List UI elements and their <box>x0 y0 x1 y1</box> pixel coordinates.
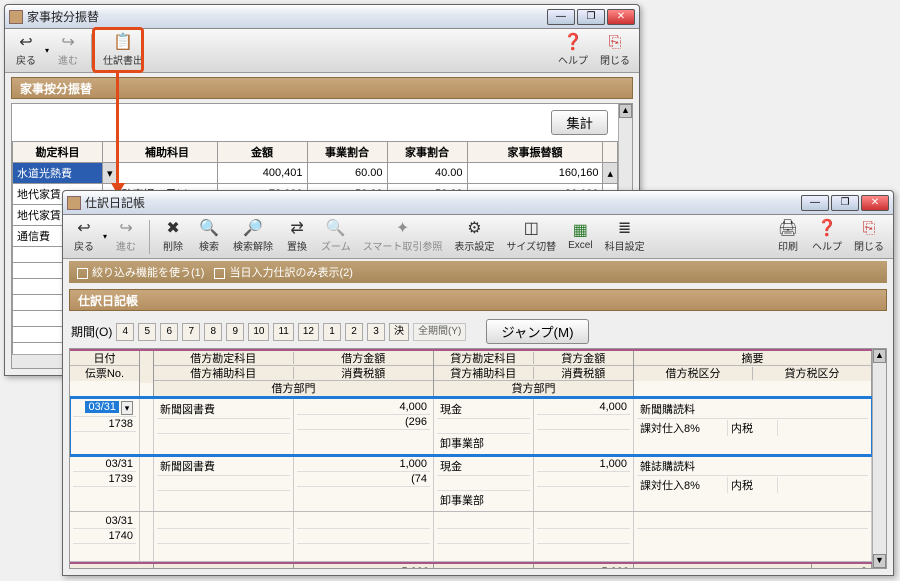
forward-button[interactable]: ↪進む <box>109 218 143 256</box>
window-journal: 仕訳日記帳 — ❐ ✕ ↩戻る ▾ ↪進む ✖削除 🔍検索 🔎検索解除 ⇄置換 … <box>62 190 894 576</box>
search-button[interactable]: 🔍検索 <box>192 218 226 256</box>
replace-button[interactable]: ⇄置換 <box>280 218 314 256</box>
back-button[interactable]: ↩戻る <box>9 32 43 70</box>
all-period-button[interactable]: 全期間(Y) <box>413 323 466 341</box>
journal-content: 日付伝票No. 借方勘定科目 借方金額 借方補助科目 消費税額 借方部門 貸方勘… <box>69 348 887 569</box>
month-btn[interactable]: 8 <box>204 323 222 341</box>
totals-row: 借方合計 5,000 貸方合計 5,000 絞込件数 2 <box>70 562 872 569</box>
period-label: 期間(O) <box>71 323 112 340</box>
month-btn[interactable]: 12 <box>298 323 319 341</box>
close-tool-button[interactable]: ⎘閉じる <box>849 218 889 256</box>
month-btn[interactable]: 4 <box>116 323 134 341</box>
col-biz: 事業割合 <box>307 142 387 163</box>
clear-search-button[interactable]: 🔎検索解除 <box>228 218 278 256</box>
narrow-checkbox[interactable]: 絞り込み機能を使う(1) <box>77 264 204 280</box>
aggregate-button[interactable]: 集計 <box>551 110 608 135</box>
period-bar: 期間(O) 4 5 6 7 8 9 10 11 12 1 2 3 決 全期間(Y… <box>63 315 893 348</box>
journal-row[interactable]: 03/31▾ 1738 新聞図書費 4,000(296 現金卸事業部 4,000… <box>70 398 872 455</box>
app-icon <box>9 10 23 24</box>
month-btn[interactable]: 10 <box>248 323 269 341</box>
back-button[interactable]: ↩戻る <box>67 218 101 256</box>
arrow-line <box>116 73 119 185</box>
scrollbar-vertical[interactable]: ▲▼ <box>872 349 886 568</box>
close-button[interactable]: ✕ <box>607 9 635 25</box>
journal-row[interactable]: 03/311740 <box>70 512 872 562</box>
month-btn[interactable]: 7 <box>182 323 200 341</box>
panel-title-1: 家事按分振替 <box>11 77 633 99</box>
smart-button[interactable]: ✦スマート取引参照 <box>358 218 448 256</box>
help-button[interactable]: ❓ヘルプ <box>553 32 593 70</box>
journal-header: 日付伝票No. 借方勘定科目 借方金額 借方補助科目 消費税額 借方部門 貸方勘… <box>70 349 872 398</box>
size-toggle-button[interactable]: ◫サイズ切替 <box>501 218 561 256</box>
table-row[interactable]: 水道光熱費▾ 400,401 60.00 40.00 160,160▴ <box>13 163 618 184</box>
zoom-button[interactable]: 🔍ズーム <box>316 218 356 256</box>
month-btn[interactable]: 5 <box>138 323 156 341</box>
month-btn[interactable]: 3 <box>367 323 385 341</box>
month-btn[interactable]: 9 <box>226 323 244 341</box>
minimize-button[interactable]: — <box>547 9 575 25</box>
journal-row[interactable]: 03/311739 新聞図書費 1,000(74 現金卸事業部 1,000 雑誌… <box>70 455 872 512</box>
excel-button[interactable]: ▦Excel <box>563 218 597 256</box>
display-settings-button[interactable]: ⚙表示設定 <box>449 218 499 256</box>
window-title: 家事按分振替 <box>27 8 547 25</box>
maximize-button[interactable]: ❐ <box>831 195 859 211</box>
month-btn[interactable]: 2 <box>345 323 363 341</box>
maximize-button[interactable]: ❐ <box>577 9 605 25</box>
close-tool-button[interactable]: ⎘閉じる <box>595 32 635 70</box>
close-button[interactable]: ✕ <box>861 195 889 211</box>
month-btn[interactable]: 1 <box>323 323 341 341</box>
journal-export-button[interactable]: 📋仕訳書出 <box>98 32 148 70</box>
col-transfer: 家事振替額 <box>467 142 603 163</box>
app-icon <box>67 196 81 210</box>
col-amount: 金額 <box>217 142 307 163</box>
titlebar-2[interactable]: 仕訳日記帳 — ❐ ✕ <box>63 191 893 215</box>
today-checkbox[interactable]: 当日入力仕訳のみ表示(2) <box>214 264 352 280</box>
col-account: 勘定科目 <box>13 142 103 163</box>
minimize-button[interactable]: — <box>801 195 829 211</box>
month-btn[interactable]: 11 <box>273 323 293 341</box>
toolbar-2: ↩戻る ▾ ↪進む ✖削除 🔍検索 🔎検索解除 ⇄置換 🔍ズーム ✦スマート取引… <box>63 215 893 259</box>
titlebar-1[interactable]: 家事按分振替 — ❐ ✕ <box>5 5 639 29</box>
col-home: 家事割合 <box>387 142 467 163</box>
month-btn[interactable]: 6 <box>160 323 178 341</box>
delete-button[interactable]: ✖削除 <box>156 218 190 256</box>
filter-bar: 絞り込み機能を使う(1) 当日入力仕訳のみ表示(2) <box>69 261 887 283</box>
window-title: 仕訳日記帳 <box>85 194 801 211</box>
print-button[interactable]: 🖨印刷 <box>771 218 805 256</box>
col-sub: 補助科目 <box>117 142 217 163</box>
panel-title-2: 仕訳日記帳 <box>69 289 887 311</box>
help-button[interactable]: ❓ヘルプ <box>807 218 847 256</box>
jump-button[interactable]: ジャンプ(M) <box>486 319 588 344</box>
column-settings-button[interactable]: ≣科目設定 <box>600 218 650 256</box>
month-btn[interactable]: 決 <box>389 323 409 341</box>
toolbar-1: ↩戻る ▾ ↪進む 📋仕訳書出 ❓ヘルプ ⎘閉じる <box>5 29 639 73</box>
forward-button[interactable]: ↪進む <box>51 32 85 70</box>
